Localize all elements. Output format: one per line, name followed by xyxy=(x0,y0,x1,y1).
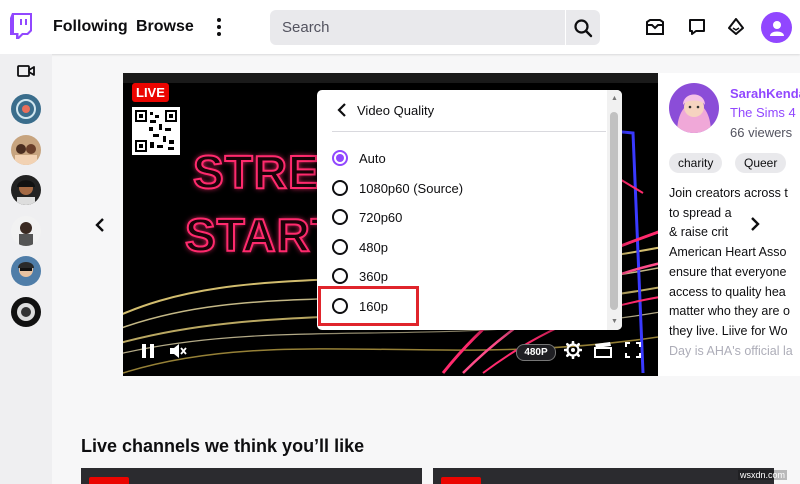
highlight-annotation-box xyxy=(318,286,419,326)
watermark: wsxdn.com xyxy=(738,470,788,480)
tag-queer[interactable]: Queer xyxy=(735,153,787,173)
user-icon xyxy=(769,20,784,36)
quality-option-label: 1080p60 (Source) xyxy=(359,180,464,196)
quality-option-720p60[interactable]: 720p60 xyxy=(332,204,592,230)
radio-unchecked[interactable] xyxy=(332,268,348,284)
carousel-next-button[interactable] xyxy=(740,208,770,240)
radio-unchecked[interactable] xyxy=(332,209,348,225)
live-badge xyxy=(89,477,129,484)
section-title: Live channels we think you’ll like xyxy=(81,436,365,456)
sidebar xyxy=(0,54,52,484)
mute-button[interactable] xyxy=(168,342,188,360)
scroll-down-arrow-icon[interactable]: ▼ xyxy=(610,317,619,326)
radio-unchecked[interactable] xyxy=(332,239,348,255)
scrollbar-thumb[interactable] xyxy=(610,112,618,310)
sidebar-channel-avatar[interactable] xyxy=(11,135,41,165)
chevron-right-icon xyxy=(751,217,760,231)
quality-option-label: 360p xyxy=(359,268,388,284)
more-options-icon[interactable] xyxy=(212,17,226,37)
clapperboard-icon xyxy=(594,342,612,358)
sidebar-channel-avatar[interactable] xyxy=(11,175,41,205)
browse-link[interactable]: Browse xyxy=(136,18,194,36)
chevron-left-icon xyxy=(95,218,104,232)
pause-icon xyxy=(142,344,154,358)
quality-option-480p[interactable]: 480p xyxy=(332,234,592,260)
tag-charity[interactable]: charity xyxy=(669,153,723,173)
search-input[interactable] xyxy=(270,10,565,45)
channel-avatar[interactable] xyxy=(669,83,719,133)
description-line: American Heart Asso xyxy=(669,245,787,259)
clip-button[interactable] xyxy=(593,340,613,360)
search-icon xyxy=(574,18,593,37)
quality-option-label: 720p60 xyxy=(359,209,403,225)
description-line: Day is AHA's official la xyxy=(669,344,793,358)
settings-button[interactable] xyxy=(563,340,583,360)
search-button[interactable] xyxy=(566,10,600,45)
carousel-prev-button[interactable] xyxy=(86,211,114,239)
radio-unchecked[interactable] xyxy=(332,180,348,196)
chevron-left-icon xyxy=(337,103,349,117)
video-quality-title: Video Quality xyxy=(357,102,435,118)
quality-badge: 480P xyxy=(516,344,556,361)
channel-thumbnail[interactable] xyxy=(433,468,774,484)
viewer-count: 66 viewers xyxy=(730,125,793,140)
quality-option-label: Auto xyxy=(359,150,386,166)
channel-thumbnail[interactable] xyxy=(81,468,422,484)
camera-icon[interactable] xyxy=(17,64,35,78)
scroll-up-arrow-icon[interactable]: ▲ xyxy=(610,94,619,103)
quality-option-label: 480p xyxy=(359,239,388,255)
description-line: to spread a xyxy=(669,206,732,220)
live-badge xyxy=(441,477,481,484)
video-quality-back-button[interactable]: Video Quality xyxy=(317,90,607,130)
description-line: Join creators across t xyxy=(669,186,788,200)
pause-button[interactable] xyxy=(139,342,157,360)
sidebar-channel-avatar[interactable] xyxy=(11,94,41,124)
user-avatar[interactable] xyxy=(761,12,792,43)
menu-divider xyxy=(332,131,606,132)
whispers-icon[interactable] xyxy=(687,17,707,37)
inbox-icon[interactable] xyxy=(645,17,665,37)
live-badge: LIVE xyxy=(132,83,169,102)
bits-icon[interactable] xyxy=(726,17,746,37)
sidebar-channel-avatar[interactable] xyxy=(11,256,41,286)
following-link[interactable]: Following xyxy=(53,18,128,36)
description-line: access to quality hea xyxy=(669,285,786,299)
game-name-link[interactable]: The Sims 4 xyxy=(730,105,796,120)
channel-name-link[interactable]: SarahKenda xyxy=(730,86,800,101)
stream-title-art-line1: STRE xyxy=(192,145,320,199)
quality-option-1080p60[interactable]: 1080p60 (Source) xyxy=(332,175,592,201)
qr-code xyxy=(132,107,180,155)
fullscreen-icon xyxy=(625,342,641,358)
description-line: & raise crit xyxy=(669,225,729,239)
channel-info-panel: SarahKenda The Sims 4 66 viewers charity… xyxy=(658,73,800,376)
top-nav: Following Browse xyxy=(0,0,800,54)
menu-scrollbar[interactable]: ▲ ▼ xyxy=(607,90,622,330)
description-line: ensure that everyone xyxy=(669,265,787,279)
sidebar-channel-avatar[interactable] xyxy=(11,297,41,327)
fullscreen-button[interactable] xyxy=(623,340,643,360)
description-line: matter who they are o xyxy=(669,304,790,318)
quality-option-auto[interactable]: Auto xyxy=(332,145,592,171)
description-line: they live. Liive for Wo xyxy=(669,324,788,338)
sidebar-channel-avatar[interactable] xyxy=(11,216,41,246)
volume-muted-icon xyxy=(170,344,187,358)
gear-icon xyxy=(564,341,582,359)
twitch-logo-icon[interactable] xyxy=(10,13,32,39)
search-box xyxy=(270,10,565,45)
radio-checked[interactable] xyxy=(332,150,348,166)
